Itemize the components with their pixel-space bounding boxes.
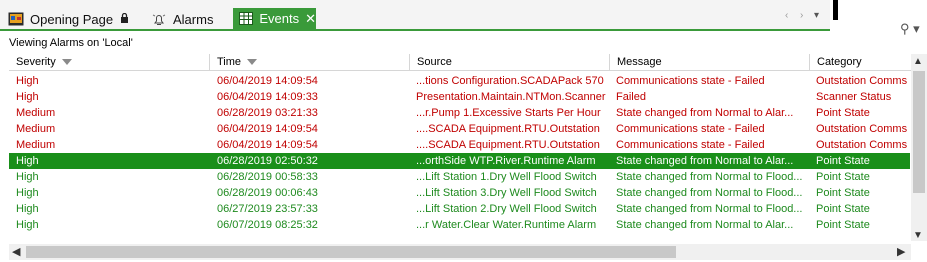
cell-message: State changed from Normal to Alar... bbox=[616, 155, 794, 167]
cell-message: Communications state - Failed bbox=[616, 75, 765, 87]
cell-source: ...Lift Station 2.Dry Well Flood Switch bbox=[416, 203, 597, 215]
search-icon[interactable]: ⚲ ▾ bbox=[900, 21, 920, 37]
tab-label: Alarms bbox=[173, 11, 214, 27]
cell-message: State changed from Normal to Flood... bbox=[616, 203, 803, 215]
cell-time: 06/04/2019 14:09:54 bbox=[217, 139, 318, 151]
tab-list-dropdown-icon[interactable]: ▾ bbox=[814, 10, 819, 21]
grid-title: Viewing Alarms on 'Local' bbox=[9, 37, 133, 49]
sort-arrow-icon bbox=[61, 59, 72, 66]
table-row[interactable]: Medium 06/04/2019 14:09:54 ....SCADA Equip… bbox=[9, 137, 910, 153]
cell-category: Point State bbox=[816, 155, 870, 167]
tab-scroll-right-icon[interactable]: › bbox=[800, 10, 803, 21]
cell-time: 06/28/2019 03:21:33 bbox=[217, 107, 318, 119]
scroll-right-icon[interactable]: ▶ bbox=[897, 245, 905, 258]
scroll-up-icon[interactable]: ▲ bbox=[913, 56, 923, 67]
cell-severity: High bbox=[16, 155, 39, 167]
cell-time: 06/04/2019 14:09:54 bbox=[217, 75, 318, 87]
cell-message: Communications state - Failed bbox=[616, 123, 765, 135]
tab-label: Opening Page bbox=[30, 11, 114, 27]
table-row[interactable]: High 06/07/2019 08:25:32 ...r Water.Clear … bbox=[9, 217, 910, 233]
cell-severity: Medium bbox=[16, 107, 56, 119]
cell-severity: High bbox=[16, 75, 39, 87]
scroll-left-icon[interactable]: ◀ bbox=[12, 245, 20, 258]
cell-message: Failed bbox=[616, 91, 646, 103]
cell-source: ...Lift Station 1.Dry Well Flood Switch bbox=[416, 171, 597, 183]
tab-opening-page[interactable]: Opening Page bbox=[8, 9, 129, 29]
sort-arrow-icon bbox=[247, 59, 258, 66]
tab-alarms[interactable]: Alarms bbox=[151, 9, 213, 29]
tab-bar-underline bbox=[0, 29, 830, 31]
cell-category: Point State bbox=[816, 203, 870, 215]
table-row[interactable]: High 06/04/2019 14:09:33 Presentation.Main… bbox=[9, 89, 910, 105]
cell-time: 06/28/2019 00:58:33 bbox=[217, 171, 318, 183]
tab-scroll-left-icon[interactable]: ‹ bbox=[785, 10, 788, 21]
cell-category: Point State bbox=[816, 107, 870, 119]
column-header-message[interactable]: Message bbox=[610, 54, 810, 71]
cell-message: Communications state - Failed bbox=[616, 139, 765, 151]
opening-page-icon bbox=[8, 12, 24, 26]
table-row[interactable]: High 06/28/2019 00:58:33 ...Lift Station 1… bbox=[9, 169, 910, 185]
table-row[interactable]: High 06/27/2019 23:57:33 ...Lift Station 2… bbox=[9, 201, 910, 217]
cell-severity: High bbox=[16, 91, 39, 103]
cell-time: 06/28/2019 02:50:32 bbox=[217, 155, 318, 167]
cell-source: ....SCADA Equipment.RTU.Outstation bbox=[416, 123, 600, 135]
vertical-scroll-thumb[interactable] bbox=[913, 71, 925, 193]
scroll-down-icon[interactable]: ▼ bbox=[913, 230, 923, 241]
cell-severity: High bbox=[16, 187, 39, 199]
cell-category: Outstation Comms bbox=[816, 75, 908, 87]
table-row[interactable]: High 06/04/2019 14:09:54 ...tions Configur… bbox=[9, 73, 910, 89]
column-header-severity[interactable]: Severity bbox=[9, 54, 210, 71]
cell-time: 06/27/2019 23:57:33 bbox=[217, 203, 318, 215]
cell-category: Outstation Comms bbox=[816, 123, 908, 135]
cell-severity: Medium bbox=[16, 123, 56, 135]
lock-icon bbox=[120, 12, 129, 26]
table-row[interactable]: High 06/28/2019 00:06:43 ...Lift Station 3… bbox=[9, 185, 910, 201]
cell-severity: High bbox=[16, 171, 39, 183]
cell-time: 06/04/2019 14:09:54 bbox=[217, 123, 318, 135]
cell-category: Point State bbox=[816, 171, 870, 183]
cell-severity: High bbox=[16, 219, 39, 231]
cell-message: State changed from Normal to Alar... bbox=[616, 107, 794, 119]
cell-time: 06/07/2019 08:25:32 bbox=[217, 219, 318, 231]
cell-source: ...r.Pump 1.Excessive Starts Per Hour bbox=[416, 107, 601, 119]
right-panel-divider bbox=[833, 0, 838, 20]
cell-message: State changed from Normal to Flood... bbox=[616, 171, 803, 183]
events-grid-icon bbox=[239, 11, 253, 26]
cell-time: 06/04/2019 14:09:33 bbox=[217, 91, 318, 103]
close-icon[interactable]: ✕ bbox=[305, 11, 316, 27]
table-row[interactable]: Medium 06/28/2019 03:21:33 ...r.Pump 1.Exc… bbox=[9, 105, 910, 121]
cell-category: Point State bbox=[816, 187, 870, 199]
column-header-source[interactable]: Source bbox=[410, 54, 610, 71]
alarm-bell-icon bbox=[151, 12, 167, 26]
horizontal-scroll-thumb[interactable] bbox=[26, 246, 676, 258]
tab-events[interactable]: Events ✕ bbox=[233, 8, 316, 29]
cell-source: ...r Water.Clear Water.Runtime Alarm bbox=[416, 219, 597, 231]
cell-category: Point State bbox=[816, 219, 870, 231]
cell-category: Outstation Comms bbox=[816, 139, 908, 151]
table-row[interactable]: Medium 06/04/2019 14:09:54 ....SCADA Equip… bbox=[9, 121, 910, 137]
cell-category: Scanner Status bbox=[816, 91, 892, 103]
column-header-time[interactable]: Time bbox=[210, 54, 410, 71]
cell-source: ...Lift Station 3.Dry Well Flood Switch bbox=[416, 187, 597, 199]
cell-time: 06/28/2019 00:06:43 bbox=[217, 187, 318, 199]
cell-message: State changed from Normal to Flood... bbox=[616, 187, 803, 199]
column-header-category[interactable]: Category bbox=[810, 54, 911, 71]
cell-severity: High bbox=[16, 203, 39, 215]
tab-label: Events bbox=[259, 11, 300, 26]
cell-source: ....SCADA Equipment.RTU.Outstation bbox=[416, 139, 600, 151]
cell-severity: Medium bbox=[16, 139, 56, 151]
table-row[interactable]: High 06/28/2019 02:50:32 ...orthSide WTP.R… bbox=[9, 153, 910, 169]
cell-source: Presentation.Maintain.NTMon.Scanner bbox=[416, 91, 606, 103]
cell-source: ...tions Configuration.SCADAPack 570 bbox=[416, 75, 604, 87]
cell-source: ...orthSide WTP.River.Runtime Alarm bbox=[416, 155, 596, 167]
cell-message: State changed from Normal to Alar... bbox=[616, 219, 794, 231]
